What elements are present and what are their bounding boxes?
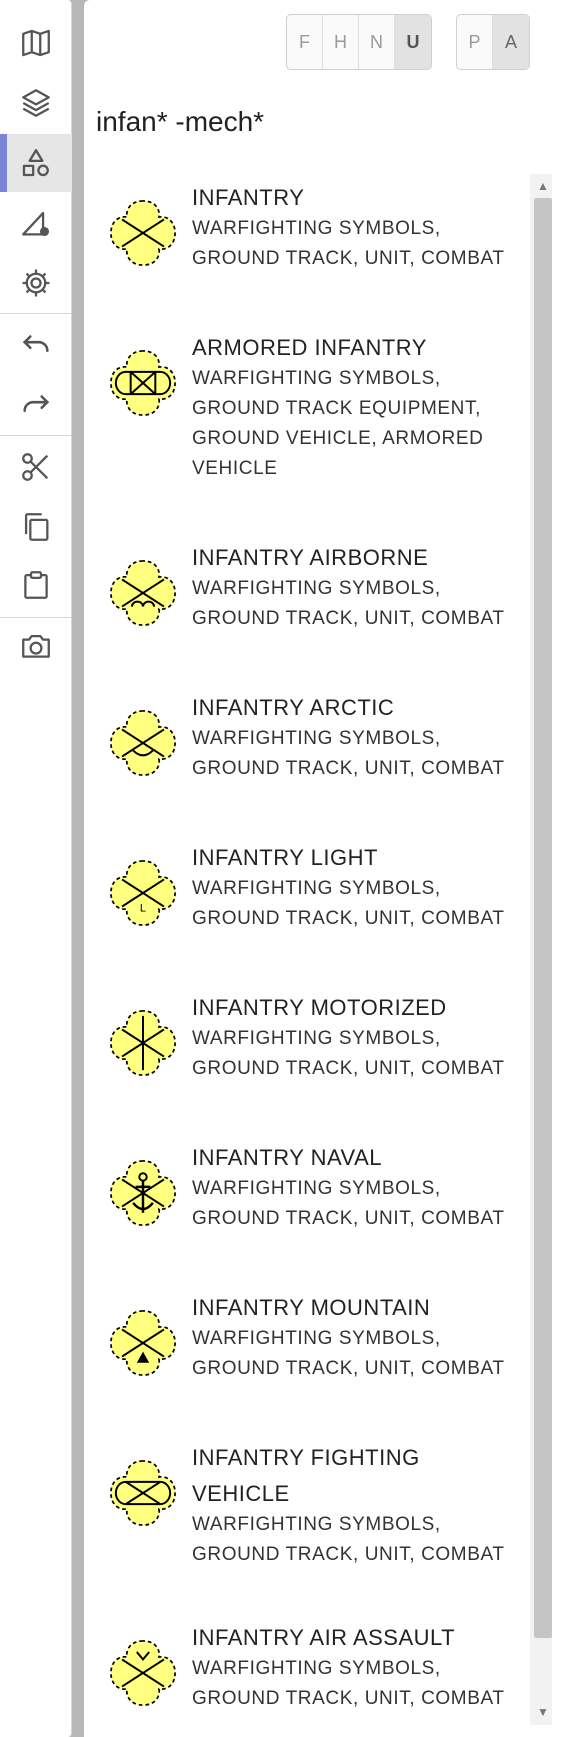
result-category: GROUND TRACK, UNIT, COMBAT [192,1544,505,1565]
naval-symbol-icon [110,1160,176,1226]
infantry-symbol-icon [110,200,176,266]
result-title: INFANTRY AIRBORNE [192,545,429,570]
result-title: INFANTRY FIGHTING [192,1445,420,1470]
result-title: INFANTRY MOTORIZED [192,995,447,1020]
identity-filter: F H N U [286,14,432,70]
result-category: WARFIGHTING SYMBOLS, [192,1028,441,1049]
result-category: GROUND TRACK, UNIT, COMBAT [192,1208,505,1229]
identity-friend-button[interactable]: F [287,15,323,69]
airborne-symbol-icon [110,560,176,626]
map-icon[interactable] [0,14,72,72]
scroll-down-arrow-icon[interactable]: ▼ [535,1704,551,1720]
result-title: INFANTRY AIR ASSAULT [192,1625,456,1650]
status-filter: P A [456,14,530,70]
result-category: GROUND TRACK, UNIT, COMBAT [192,1358,505,1379]
result-title: INFANTRY MOUNTAIN [192,1295,431,1320]
result-category: GROUND TRACK, UNIT, COMBAT [192,608,505,629]
result-category: GROUND TRACK EQUIPMENT, [192,398,481,419]
arctic-symbol-icon [110,710,176,776]
result-category: VEHICLE [192,458,278,479]
status-present-button[interactable]: P [457,15,493,69]
result-category: GROUND TRACK, UNIT, COMBAT [192,248,505,269]
identity-hostile-button[interactable]: H [323,15,359,69]
armored-symbol-icon [110,350,176,416]
result-category: GROUND VEHICLE, ARMORED [192,428,484,449]
undo-icon[interactable] [0,316,72,374]
result-category: WARFIGHTING SYMBOLS, [192,218,441,239]
airassault-symbol-icon [110,1640,176,1706]
identity-unknown-button[interactable]: U [395,15,431,69]
identity-neutral-button[interactable]: N [359,15,395,69]
result-title: INFANTRY ARCTIC [192,695,395,720]
redo-icon[interactable] [0,376,72,434]
result-title: VEHICLE [192,1481,290,1506]
result-category: WARFIGHTING SYMBOLS, [192,728,441,749]
gear-icon[interactable] [0,254,72,312]
scissors-icon[interactable] [0,438,72,496]
light-symbol-icon: L [110,860,176,926]
motorized-symbol-icon [110,1010,176,1076]
status-anticipated-button[interactable]: A [493,15,529,69]
layers-icon[interactable] [0,74,72,132]
shapes-icon[interactable] [0,134,72,192]
scroll-up-arrow-icon[interactable]: ▲ [535,178,551,194]
result-title: INFANTRY [192,185,305,210]
result-title: ARMORED INFANTRY [192,335,427,360]
draw-settings-icon[interactable] [0,194,72,252]
result-category: GROUND TRACK, UNIT, COMBAT [192,758,505,779]
result-category: GROUND TRACK, UNIT, COMBAT [192,908,505,929]
left-toolbar [0,0,72,1737]
result-category: WARFIGHTING SYMBOLS, [192,1658,441,1679]
copy-icon[interactable] [0,498,72,556]
camera-icon[interactable] [0,617,72,675]
scrollbar-thumb[interactable] [534,198,552,1638]
mountain-symbol-icon [110,1310,176,1376]
result-category: WARFIGHTING SYMBOLS, [192,878,441,899]
ifv-symbol-icon [110,1460,176,1526]
symbol-search-panel: F H N U P A INFANTRY WARFIGHTING SYMBOLS,… [84,0,564,1737]
search-input[interactable] [96,102,536,142]
result-title: INFANTRY LIGHT [192,845,378,870]
result-category: GROUND TRACK, UNIT, COMBAT [192,1688,505,1709]
result-category: WARFIGHTING SYMBOLS, [192,1328,441,1349]
result-category: WARFIGHTING SYMBOLS, [192,578,441,599]
result-category: WARFIGHTING SYMBOLS, [192,1178,441,1199]
result-category: WARFIGHTING SYMBOLS, [192,1514,441,1535]
result-category: GROUND TRACK, UNIT, COMBAT [192,1058,505,1079]
svg-text:L: L [140,903,146,915]
result-title: INFANTRY NAVAL [192,1145,382,1170]
clipboard-icon[interactable] [0,556,72,614]
result-category: WARFIGHTING SYMBOLS, [192,368,441,389]
